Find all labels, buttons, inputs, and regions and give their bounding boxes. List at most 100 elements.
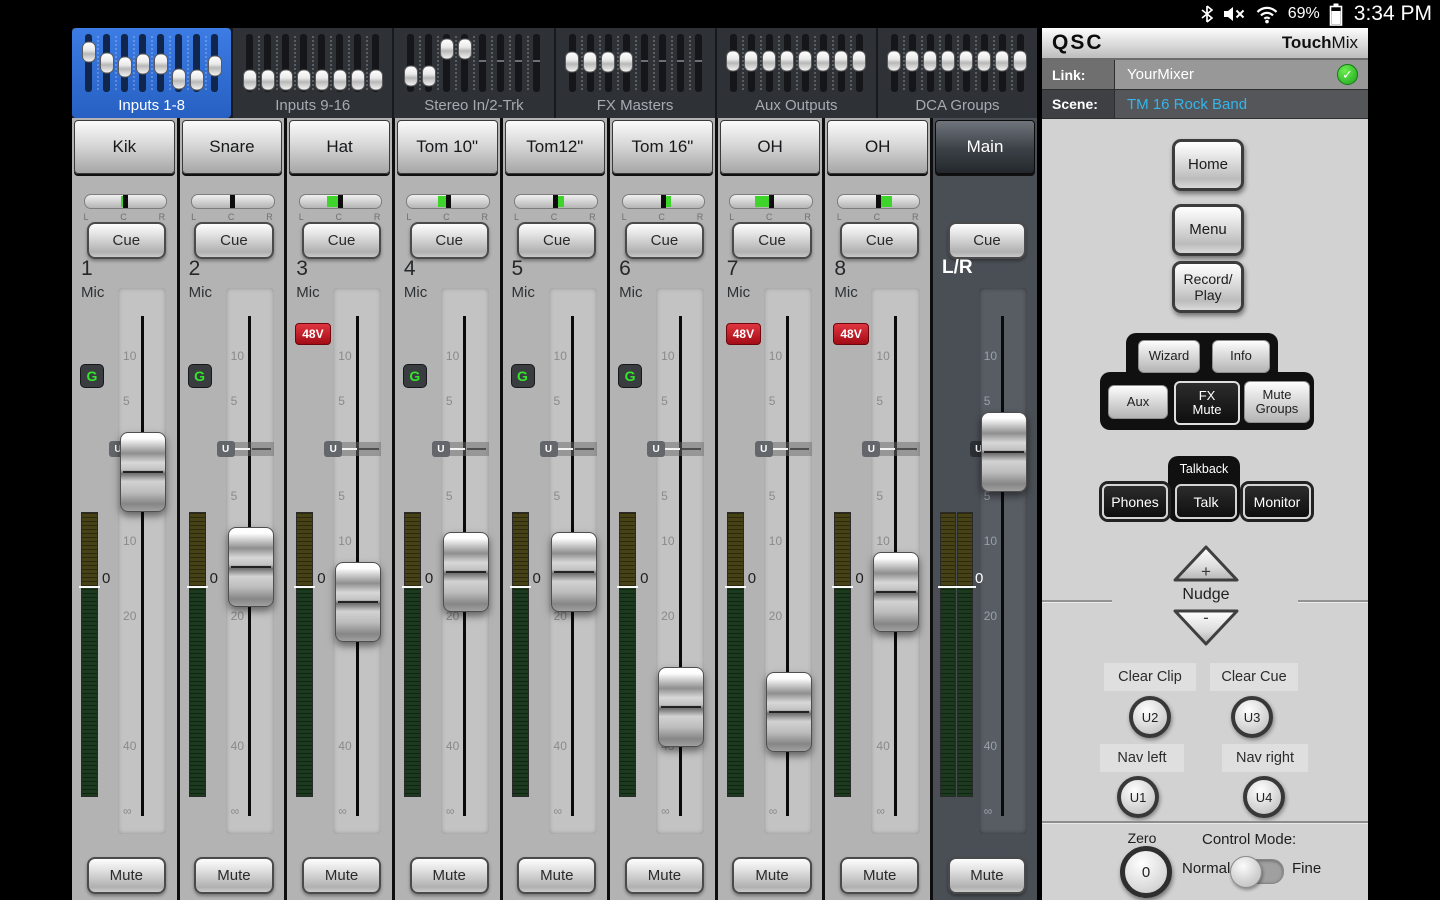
user-button-u3[interactable]: U3 xyxy=(1231,696,1273,738)
fader-bank-tab-inputs-9-16[interactable]: Inputs 9-16 xyxy=(233,28,392,118)
fader-track[interactable]: 105U5102040∞ xyxy=(441,288,489,834)
mute-button[interactable]: Mute xyxy=(732,857,811,894)
channel-name-header[interactable]: Tom12" xyxy=(505,120,606,174)
fader-handle[interactable] xyxy=(658,667,704,747)
cue-button[interactable]: Cue xyxy=(194,222,273,259)
home-button[interactable]: Home xyxy=(1172,139,1244,191)
pan-indicator[interactable] xyxy=(622,194,706,209)
mute-button[interactable]: Mute xyxy=(517,857,596,894)
user-button-u4[interactable]: U4 xyxy=(1243,776,1285,818)
fader-handle[interactable] xyxy=(120,432,166,512)
cue-button[interactable]: Cue xyxy=(948,222,1027,259)
qsc-logo: QSC xyxy=(1052,31,1104,55)
pan-scale-label: C xyxy=(120,212,127,222)
fader-track[interactable]: 105U5102040∞ xyxy=(764,288,812,834)
fader-track[interactable]: 105U5102040∞ xyxy=(871,288,919,834)
zero-button[interactable]: 0 xyxy=(1120,846,1172,898)
fader-track[interactable]: 105U5102040∞ xyxy=(118,288,166,834)
channel-name-header[interactable]: Hat xyxy=(289,120,390,174)
cue-button[interactable]: Cue xyxy=(410,222,489,259)
mini-fader-track-icon xyxy=(605,34,612,92)
divider xyxy=(1042,821,1368,823)
mute-button[interactable]: Mute xyxy=(302,857,381,894)
channel-name-header[interactable]: Tom 10" xyxy=(397,120,498,174)
mini-fader-dash-icon xyxy=(497,60,504,62)
mini-fader-track-icon xyxy=(641,34,648,92)
mini-faders-icon xyxy=(717,34,876,92)
record-play-button[interactable]: Record/ Play xyxy=(1172,261,1244,313)
fader-bank-tab-dca-groups[interactable]: DCA Groups xyxy=(878,28,1037,118)
fader-handle[interactable] xyxy=(981,412,1027,492)
fader-track[interactable]: 105U5102040∞ xyxy=(979,288,1027,834)
cue-button[interactable]: Cue xyxy=(517,222,596,259)
talk-button[interactable]: Talk xyxy=(1175,484,1237,519)
meter-zero-label: 0 xyxy=(425,570,433,587)
wizard-button[interactable]: Wizard xyxy=(1138,340,1200,373)
channel-name-header[interactable]: OH xyxy=(720,120,821,174)
pan-indicator[interactable] xyxy=(299,194,383,209)
fader-handle[interactable] xyxy=(228,527,274,607)
fader-track[interactable]: 105U5102040∞ xyxy=(226,288,274,834)
link-label: Link: xyxy=(1042,60,1115,89)
fader-handle[interactable] xyxy=(766,672,812,752)
control-mode-toggle[interactable] xyxy=(1232,859,1284,884)
meter-zero-tick-icon xyxy=(402,586,423,588)
cue-button[interactable]: Cue xyxy=(840,222,919,259)
fader-handle[interactable] xyxy=(551,532,597,612)
fader-track[interactable]: 105U5102040∞ xyxy=(656,288,704,834)
phones-button[interactable]: Phones xyxy=(1102,484,1168,519)
cue-button[interactable]: Cue xyxy=(732,222,811,259)
channel-name-header[interactable]: Tom 16" xyxy=(612,120,713,174)
user-button-u2[interactable]: U2 xyxy=(1129,696,1171,738)
aux-button[interactable]: Aux xyxy=(1108,385,1168,419)
nudge-down-button[interactable]: - xyxy=(1170,606,1242,648)
fader-handle[interactable] xyxy=(873,552,919,632)
control-panel: QSC TouchMix Link: YourMixer ✓ Scene: TM… xyxy=(1042,28,1368,900)
cue-button[interactable]: Cue xyxy=(625,222,704,259)
pan-indicator[interactable] xyxy=(191,194,275,209)
mini-fader-handle-icon xyxy=(243,70,257,91)
mini-fader-track-icon xyxy=(515,34,522,92)
fader-bank-tab-aux-outputs[interactable]: Aux Outputs xyxy=(717,28,876,118)
channel-name-header[interactable]: Main xyxy=(935,120,1035,174)
pan-indicator[interactable] xyxy=(837,194,921,209)
fx-mute-button[interactable]: FX Mute xyxy=(1174,381,1240,425)
pan-indicator[interactable] xyxy=(729,194,813,209)
mini-fader-track-icon xyxy=(909,34,916,92)
mute-button[interactable]: Mute xyxy=(948,857,1027,894)
mute-button[interactable]: Mute xyxy=(625,857,704,894)
channel-number: 1 xyxy=(81,257,93,281)
level-meter xyxy=(189,512,206,797)
fader-handle[interactable] xyxy=(335,562,381,642)
pan-scale-label: R xyxy=(697,212,704,222)
fader-bank-tab-stereo-in-2-trk[interactable]: Stereo In/2-Trk xyxy=(394,28,553,118)
channel-name-header[interactable]: OH xyxy=(827,120,928,174)
user-button-u1[interactable]: U1 xyxy=(1117,776,1159,818)
pan-indicator[interactable] xyxy=(406,194,490,209)
pan-indicator[interactable] xyxy=(514,194,598,209)
fader-track[interactable]: 105U5102040∞ xyxy=(549,288,597,834)
fader-bank-tab-inputs-1-8[interactable]: Inputs 1-8 xyxy=(72,28,231,118)
info-button[interactable]: Info xyxy=(1212,340,1270,373)
pan-indicator[interactable] xyxy=(84,194,168,209)
mute-button[interactable]: Mute xyxy=(194,857,273,894)
mute-button[interactable]: Mute xyxy=(840,857,919,894)
fader-handle[interactable] xyxy=(443,532,489,612)
mute-groups-button[interactable]: Mute Groups xyxy=(1244,381,1310,423)
monitor-button[interactable]: Monitor xyxy=(1243,484,1311,519)
mini-fader-handle-icon xyxy=(351,70,365,91)
mute-button[interactable]: Mute xyxy=(410,857,489,894)
mute-button[interactable]: Mute xyxy=(87,857,166,894)
nudge-up-button[interactable]: + xyxy=(1170,543,1242,585)
mini-fader-handle-icon xyxy=(834,50,848,71)
mini-fader-handle-icon xyxy=(1013,50,1027,71)
cue-button[interactable]: Cue xyxy=(302,222,381,259)
channel-name-header[interactable]: Kik xyxy=(74,120,175,174)
cue-button[interactable]: Cue xyxy=(87,222,166,259)
menu-button[interactable]: Menu xyxy=(1172,204,1244,256)
pan-scale-labels: LCR xyxy=(514,212,596,222)
fader-bank-tab-fx-masters[interactable]: FX Masters xyxy=(556,28,715,118)
pan-scale-label: C xyxy=(551,212,558,222)
channel-name-header[interactable]: Snare xyxy=(182,120,283,174)
fader-track[interactable]: 105U5102040∞ xyxy=(333,288,381,834)
